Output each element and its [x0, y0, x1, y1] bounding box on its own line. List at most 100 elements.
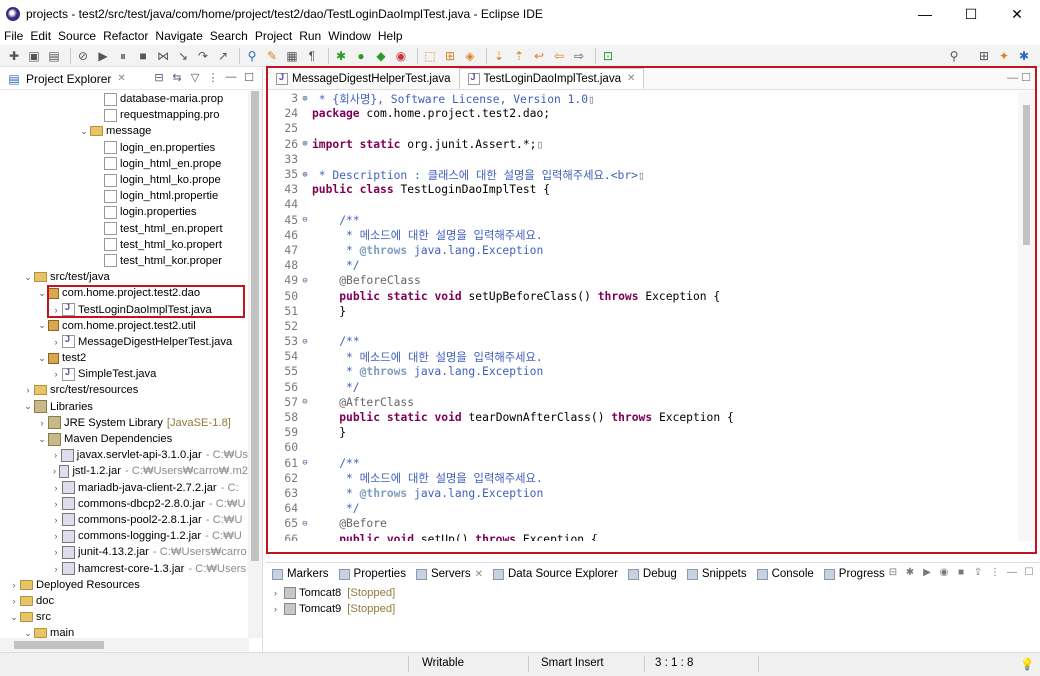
disconnect-icon[interactable]: ⋈: [155, 48, 171, 64]
tree-item[interactable]: login_html_ko.prope: [0, 172, 248, 188]
tree-item[interactable]: ⌄ src/test/java: [0, 269, 248, 285]
tree-item[interactable]: requestmapping.pro: [0, 107, 248, 123]
next-annotation-icon[interactable]: ⇣: [491, 48, 507, 64]
resume-icon[interactable]: ▶: [95, 48, 111, 64]
fold-toggle-icon[interactable]: ⊕: [300, 139, 310, 149]
tab-console[interactable]: Console: [756, 568, 814, 580]
close-icon[interactable]: ✕: [475, 569, 483, 580]
tree-item[interactable]: test_html_kor.proper: [0, 253, 248, 269]
tree-item[interactable]: › jstl-1.2.jar - C:₩Users₩carro₩.m2: [0, 463, 248, 479]
fold-toggle-icon[interactable]: ⊖: [300, 276, 310, 286]
fold-toggle-icon[interactable]: ⊖: [300, 397, 310, 407]
step-return-icon[interactable]: ↗: [215, 48, 231, 64]
collapsed-arrow-icon[interactable]: ›: [50, 337, 62, 347]
stop-server-icon[interactable]: ■: [954, 567, 968, 581]
view-menu-icon[interactable]: ⋮: [988, 567, 1002, 581]
minimize-view-icon[interactable]: —: [224, 71, 238, 85]
code-line[interactable]: 45 ⊖ /**: [268, 213, 1016, 228]
tree-item[interactable]: database-maria.prop: [0, 91, 248, 107]
coverage-icon[interactable]: ◉: [393, 48, 409, 64]
code-line[interactable]: 61 ⊖ /**: [268, 456, 1016, 471]
code-line[interactable]: 57 ⊖ @AfterClass: [268, 395, 1016, 410]
scrollbar-thumb[interactable]: [14, 641, 104, 649]
tree-item[interactable]: ⌄ src: [0, 609, 248, 625]
server-item[interactable]: › Tomcat9 [Stopped]: [266, 601, 1040, 617]
fold-toggle-icon[interactable]: ⊖: [300, 215, 310, 225]
expanded-arrow-icon[interactable]: ⌄: [36, 353, 48, 364]
tree-item[interactable]: › TestLoginDaoImplTest.java: [0, 301, 248, 317]
code-line[interactable]: 65 ⊖ @Before: [268, 516, 1016, 531]
code-line[interactable]: 55 * @throws java.lang.Exception: [268, 364, 1016, 379]
fold-toggle-icon[interactable]: ⊖: [300, 519, 310, 529]
code-line[interactable]: 64 */: [268, 501, 1016, 516]
tab-data-source-explorer[interactable]: Data Source Explorer: [492, 568, 618, 580]
new-icon[interactable]: ✚: [6, 48, 22, 64]
menu-item-window[interactable]: Window: [328, 29, 371, 43]
tree-item[interactable]: ⌄ com.home.project.test2.dao: [0, 285, 248, 301]
tree-item[interactable]: test_html_ko.propert: [0, 237, 248, 253]
close-window-button[interactable]: ✕: [994, 0, 1040, 28]
tree-item[interactable]: › commons-dbcp2-2.8.0.jar - C:₩U: [0, 496, 248, 512]
toggle-mark-icon[interactable]: ✎: [264, 48, 280, 64]
new-package-icon[interactable]: ⊞: [442, 48, 458, 64]
new-class-icon[interactable]: ◈: [462, 48, 478, 64]
search-icon[interactable]: ⚲: [946, 48, 962, 64]
block-select-icon[interactable]: ▦: [284, 48, 300, 64]
server-item[interactable]: › Tomcat8 [Stopped]: [266, 585, 1040, 601]
code-line[interactable]: 59 }: [268, 425, 1016, 440]
editor-vertical-scrollbar[interactable]: [1018, 91, 1035, 541]
menu-item-file[interactable]: File: [4, 29, 23, 43]
code-line[interactable]: 51 }: [268, 304, 1016, 319]
minimize-button[interactable]: —: [902, 0, 948, 28]
tree-item[interactable]: › doc: [0, 593, 248, 609]
collapsed-arrow-icon[interactable]: ›: [50, 499, 62, 509]
tree-item[interactable]: login_html.propertie: [0, 188, 248, 204]
menu-item-run[interactable]: Run: [299, 29, 321, 43]
menu-item-navigate[interactable]: Navigate: [155, 29, 202, 43]
tab-progress[interactable]: Progress: [823, 568, 885, 580]
menu-item-source[interactable]: Source: [58, 29, 96, 43]
tree-item[interactable]: login.properties: [0, 204, 248, 220]
editor-tab[interactable]: TestLoginDaoImplTest.java ✕: [458, 68, 645, 89]
fold-toggle-icon[interactable]: ⊖: [300, 337, 310, 347]
tree-item[interactable]: ⌄ main: [0, 625, 248, 638]
code-line[interactable]: 66 public void setUp() throws Exception …: [268, 531, 1016, 541]
code-line[interactable]: 33: [268, 152, 1016, 167]
menu-item-edit[interactable]: Edit: [30, 29, 51, 43]
start-server-icon[interactable]: ▶: [920, 567, 934, 581]
tree-item[interactable]: ⌄ Maven Dependencies: [0, 431, 248, 447]
publish-icon[interactable]: ⇪: [971, 567, 985, 581]
tree-item[interactable]: › javax.servlet-api-3.1.0.jar - C:₩Us: [0, 447, 248, 463]
code-line[interactable]: 62 * 메소드에 대한 설명을 입력해주세요.: [268, 471, 1016, 486]
tree-item[interactable]: › src/test/resources: [0, 382, 248, 398]
close-icon[interactable]: ✕: [117, 73, 125, 84]
code-line[interactable]: 44: [268, 197, 1016, 212]
pin-editor-icon[interactable]: ⊡: [600, 48, 616, 64]
code-line[interactable]: 24 package com.home.project.test2.dao;: [268, 106, 1016, 121]
project-explorer-tab[interactable]: Project Explorer: [26, 72, 111, 86]
suspend-icon[interactable]: ⏸: [115, 48, 131, 64]
maximize-button[interactable]: ☐: [948, 0, 994, 28]
maximize-view-icon[interactable]: ☐: [1022, 567, 1036, 581]
collapsed-arrow-icon[interactable]: ›: [8, 596, 20, 606]
expanded-arrow-icon[interactable]: ⌄: [78, 126, 90, 137]
collapsed-arrow-icon[interactable]: ›: [50, 450, 61, 460]
tree-item[interactable]: ⌄ Libraries: [0, 399, 248, 415]
filter-icon[interactable]: ▽: [188, 71, 202, 85]
fold-toggle-icon[interactable]: ⊕: [300, 94, 310, 104]
step-over-icon[interactable]: ↷: [195, 48, 211, 64]
expanded-arrow-icon[interactable]: ⌄: [36, 288, 48, 299]
menu-item-search[interactable]: Search: [210, 29, 248, 43]
menu-item-refactor[interactable]: Refactor: [103, 29, 148, 43]
tab-servers[interactable]: Servers ✕: [415, 568, 483, 580]
tree-item[interactable]: login_html_en.prope: [0, 156, 248, 172]
debug-perspective-icon[interactable]: ✱: [1016, 48, 1032, 64]
tree-item[interactable]: › Deployed Resources: [0, 577, 248, 593]
link-with-editor-icon[interactable]: ⇆: [170, 71, 184, 85]
run-icon[interactable]: ●: [353, 48, 369, 64]
collapsed-arrow-icon[interactable]: ›: [50, 305, 62, 315]
profile-server-icon[interactable]: ◉: [937, 567, 951, 581]
close-tab-icon[interactable]: ✕: [627, 73, 635, 84]
tree-item[interactable]: › mariadb-java-client-2.7.2.jar - C:: [0, 480, 248, 496]
collapsed-arrow-icon[interactable]: ›: [36, 418, 48, 428]
